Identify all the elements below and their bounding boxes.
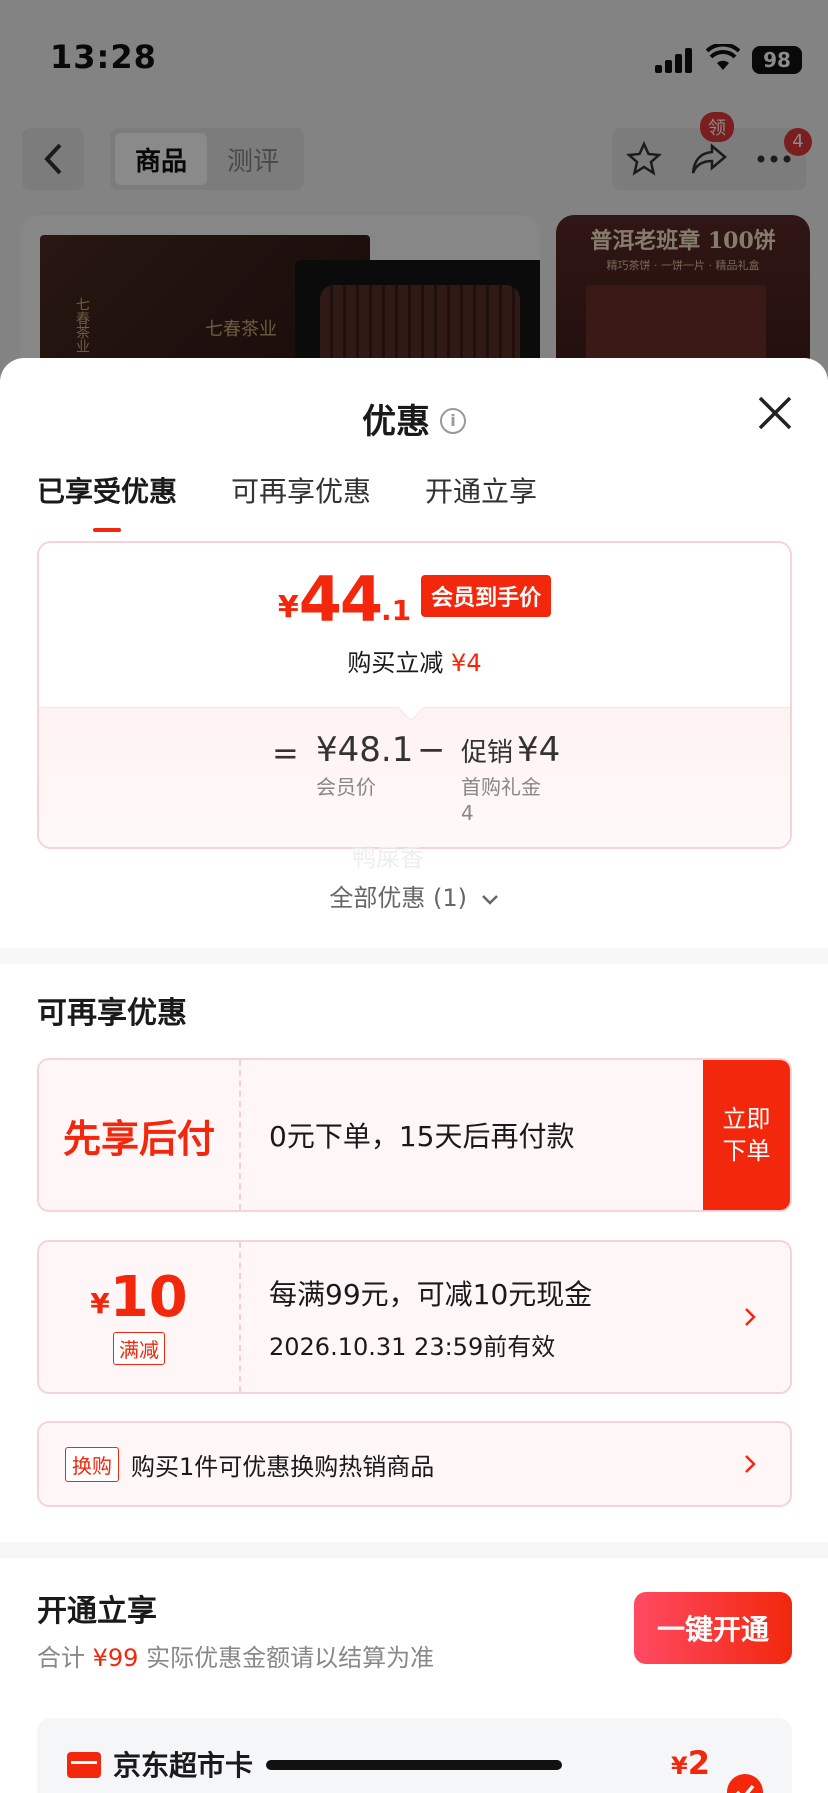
price-integer: 44: [298, 563, 383, 636]
modal-overlay[interactable]: [0, 0, 828, 380]
order-now-line1: 立即: [722, 1105, 771, 1133]
card-icon: [67, 1752, 101, 1778]
discount-coupon-card[interactable]: ¥ 10 满减 每满99元，可减10元现金 2026.10.31 23:59前有…: [37, 1240, 792, 1394]
price-decimal: .1: [381, 594, 412, 627]
discount-amount: ¥4: [451, 649, 482, 677]
watermark: 鸭屎香: [352, 844, 424, 872]
minus-sign: −: [417, 730, 446, 770]
tab-more-offers[interactable]: 可再享优惠: [231, 470, 371, 532]
section-divider: [0, 1542, 828, 1558]
all-offers-toggle[interactable]: 全部优惠 (1): [0, 878, 828, 913]
promo-label: 促销: [461, 738, 514, 768]
checkmark-icon[interactable]: [727, 1774, 763, 1793]
exchange-tag: 换购: [65, 1446, 119, 1482]
member-price-col: ¥48.1 会员价: [316, 730, 413, 800]
bnpl-offer-card[interactable]: 先享后付 0元下单，15天后再付款 立即 下单: [37, 1058, 792, 1212]
chevron-right-icon: [745, 1455, 756, 1473]
chevron-down-icon: [481, 895, 498, 905]
info-icon[interactable]: i: [440, 407, 466, 434]
offer-tabs: 已享受优惠 可再享优惠 开通立享: [37, 470, 537, 532]
open-sub-amount: ¥99: [92, 1644, 139, 1672]
card-name: 京东超市卡: [113, 1749, 254, 1782]
coupon-validity: 2026.10.31 23:59前有效: [269, 1332, 556, 1361]
member-price-tag: 会员到手价: [421, 575, 552, 617]
promo-detail: 首购礼金: [461, 775, 541, 799]
coupon-left: ¥ 10 满减: [39, 1242, 241, 1392]
offers-sheet: 优惠 i 已享受优惠 可再享优惠 开通立享 ¥ 44 .1 会员到手价 购买立减 …: [0, 358, 828, 1793]
member-price-value: ¥48.1: [316, 730, 414, 770]
discount-summary: 购买立减 ¥4: [39, 643, 790, 678]
bnpl-body: 0元下单，15天后再付款: [269, 1060, 574, 1210]
coupon-currency: ¥: [90, 1286, 110, 1320]
order-now-line2: 下单: [722, 1137, 771, 1165]
exchange-offer-card[interactable]: 换购 购买1件可优惠换购热销商品: [37, 1421, 792, 1507]
background-page: 13:28 98 商品 测评 领 4 七春茶业 七春茶业 普洱老班章 100饼 …: [0, 0, 828, 380]
sheet-title-text: 优惠: [362, 402, 430, 442]
price-top: ¥ 44 .1 会员到手价 购买立减 ¥4: [39, 543, 790, 707]
order-now-button[interactable]: 立即 下单: [703, 1060, 790, 1210]
discount-label: 购买立减: [347, 649, 444, 677]
open-sub-prefix: 合计: [37, 1644, 85, 1672]
coupon-type-tag: 满减: [113, 1331, 165, 1365]
more-offers-title: 可再享优惠: [37, 996, 187, 1031]
section-divider: [0, 948, 828, 964]
price-breakdown: = ¥48.1 会员价 − 促销 ¥4 首购礼金 4: [39, 707, 790, 847]
chevron-right-icon: [745, 1308, 756, 1326]
equals-sign: =: [272, 734, 299, 772]
member-price-label: 会员价: [316, 775, 376, 799]
coupon-value: 10: [109, 1264, 188, 1330]
exchange-text: 购买1件可优惠换购热销商品: [131, 1452, 435, 1481]
tab-enjoyed[interactable]: 已享受优惠: [37, 470, 177, 532]
jd-supermarket-card[interactable]: 京东超市卡 ¥2: [37, 1718, 792, 1793]
promo-detail-value: 4: [461, 801, 474, 825]
promo-col: 促销 ¥4 首购礼金 4: [461, 730, 560, 826]
close-icon[interactable]: [756, 394, 794, 432]
card-price: ¥2: [671, 1744, 710, 1782]
coupon-amount: ¥ 10: [90, 1264, 188, 1330]
all-offers-label: 全部优惠 (1): [329, 884, 467, 912]
promo-amount: ¥4: [517, 730, 561, 770]
check-glyph-icon: [736, 1784, 755, 1793]
promo-value: 促销 ¥4: [461, 730, 560, 770]
open-sub-suffix: 实际优惠金额请以结算为准: [146, 1644, 435, 1672]
one-click-open-button[interactable]: 一键开通: [634, 1592, 792, 1664]
coupon-rule: 每满99元，可减10元现金: [269, 1277, 593, 1311]
bnpl-left: 先享后付: [39, 1060, 241, 1210]
coupon-body: 每满99元，可减10元现金 2026.10.31 23:59前有效: [269, 1242, 592, 1392]
sheet-title: 优惠 i: [0, 394, 828, 443]
card-price-value: 2: [687, 1744, 710, 1782]
home-indicator[interactable]: [266, 1760, 562, 1770]
price-currency: ¥: [277, 590, 299, 625]
bnpl-label: 先享后付: [62, 1116, 215, 1161]
price-summary-card: ¥ 44 .1 会员到手价 购买立减 ¥4 = ¥48.1 会员价 − 促销 ¥4…: [37, 541, 792, 849]
card-price-currency: ¥: [671, 1752, 688, 1780]
final-price: ¥ 44 .1 会员到手价: [39, 569, 790, 631]
bnpl-text: 0元下单，15天后再付款: [269, 1120, 575, 1153]
open-section-subtitle: 合计 ¥99 实际优惠金额请以结算为准: [37, 1638, 434, 1673]
tab-open-now[interactable]: 开通立享: [425, 470, 537, 532]
open-section-title: 开通立享: [37, 1594, 157, 1629]
